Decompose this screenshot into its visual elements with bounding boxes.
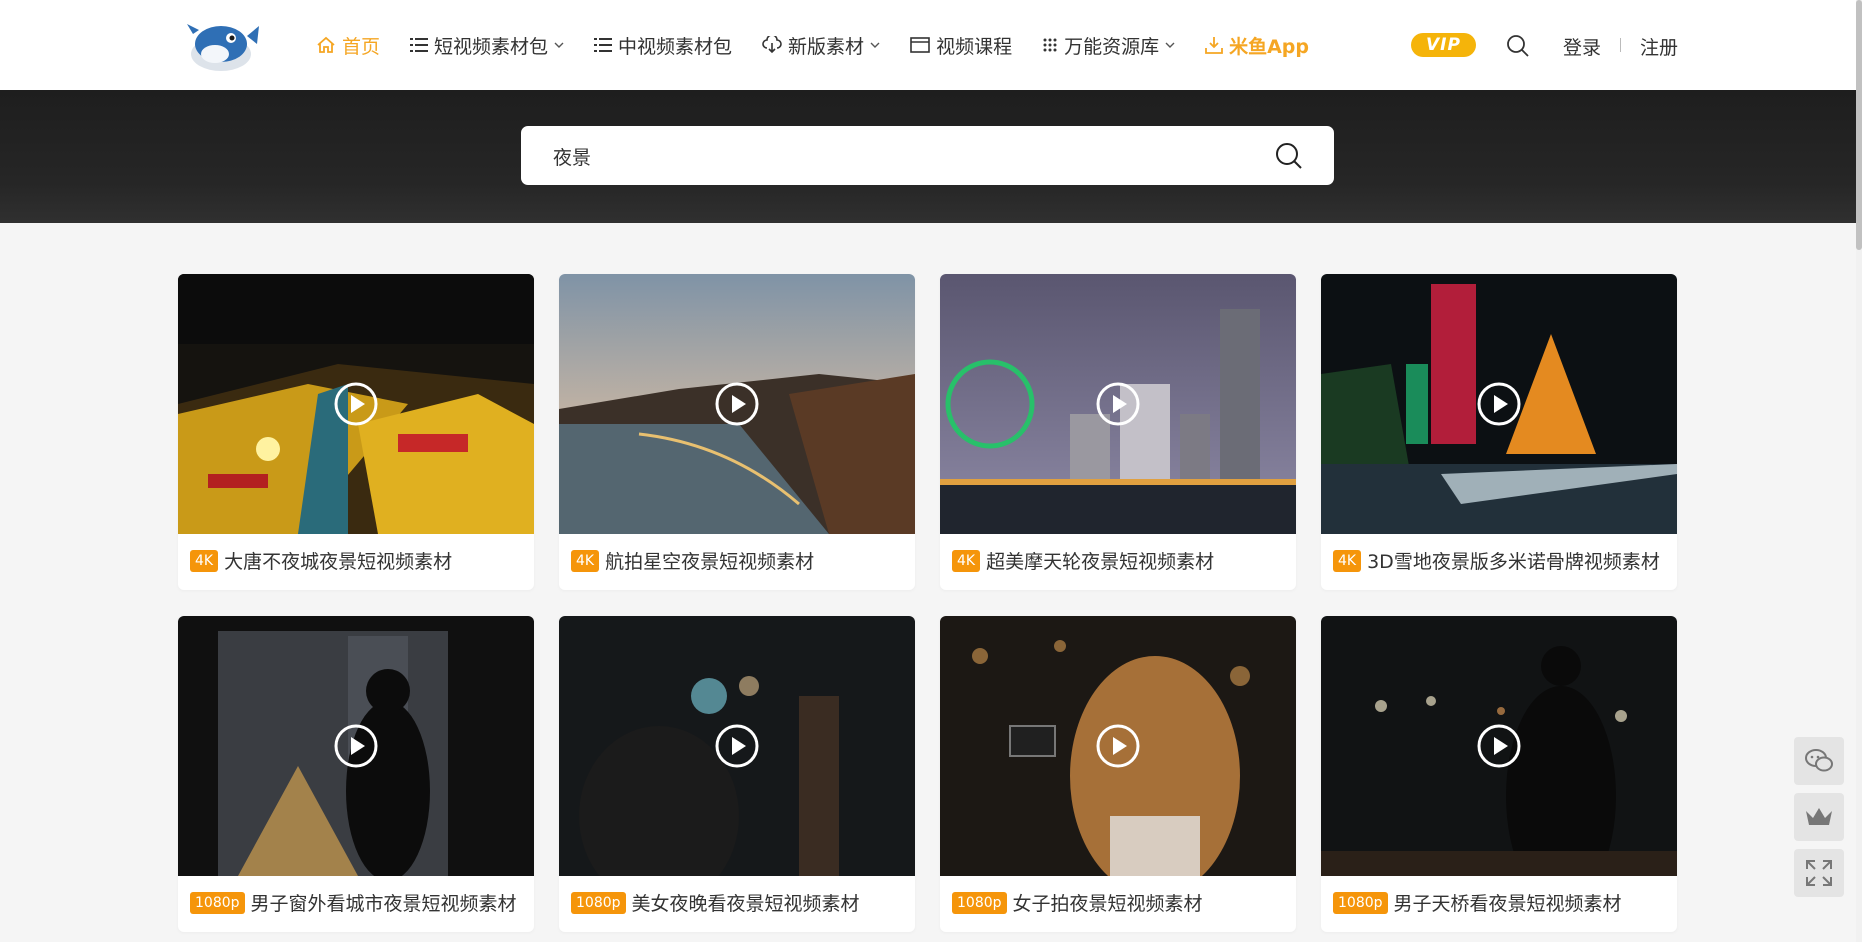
chevron-down-icon [870,42,880,48]
resolution-badge: 4K [190,549,219,572]
nav-label: 米鱼App [1229,35,1309,58]
card-title-row: 1080p 美女夜晚看夜景短视频素材 [571,889,860,916]
nav-app-download[interactable]: 米鱼App [1205,32,1309,59]
search-icon[interactable] [1275,142,1303,170]
resolution-badge: 1080p [190,891,245,914]
card-title[interactable]: 男子窗外看城市夜景短视频素材 [251,889,517,916]
play-icon[interactable] [1096,724,1140,768]
video-card[interactable]: 4K 大唐不夜城夜景短视频素材 [178,274,534,590]
nav-short-video-pack[interactable]: 短视频素材包 [410,32,564,59]
resolution-badge: 4K [952,549,981,572]
play-icon[interactable] [334,724,378,768]
search-box [521,126,1334,187]
nav-label: 万能资源库 [1064,35,1160,58]
resolution-badge: 4K [1333,549,1362,572]
resolution-badge: 1080p [952,891,1007,914]
main-nav: 首页 短视频素材包 中视频素材包 新版素材 视频课程 万能资源库 米鱼App [316,0,1339,90]
play-icon[interactable] [1477,382,1521,426]
video-card[interactable]: 4K 3D雪地夜景版多米诺骨牌视频素材 [1321,274,1677,590]
card-title-row: 1080p 男子窗外看城市夜景短视频素材 [190,889,517,916]
nav-new-materials[interactable]: 新版素材 [762,32,880,59]
fullscreen-icon [1806,860,1832,886]
card-title-row: 4K 航拍星空夜景短视频素材 [571,547,814,574]
video-card[interactable]: 4K 超美摩天轮夜景短视频素材 [940,274,1296,590]
nav-label: 中视频素材包 [618,35,733,58]
vip-badge[interactable]: VIP [1411,33,1476,57]
nav-label: 首页 [342,35,381,58]
video-card[interactable]: 1080p 美女夜晚看夜景短视频素材 [559,616,915,932]
play-icon[interactable] [715,724,759,768]
resolution-badge: 4K [571,549,600,572]
nav-home[interactable]: 首页 [316,32,380,59]
vip-crown-button[interactable] [1794,793,1844,841]
fish-logo[interactable] [185,14,261,74]
card-title-row: 4K 超美摩天轮夜景短视频素材 [952,547,1214,574]
play-icon[interactable] [1096,382,1140,426]
card-title[interactable]: 大唐不夜城夜景短视频素材 [224,547,452,574]
site-header: 首页 短视频素材包 中视频素材包 新版素材 视频课程 万能资源库 米鱼App V… [0,0,1862,90]
search-icon[interactable] [1506,34,1530,58]
nav-video-courses[interactable]: 视频课程 [910,32,1012,59]
divider [1620,38,1621,52]
nav-mid-video-pack[interactable]: 中视频素材包 [594,32,732,59]
nav-label: 新版素材 [788,35,865,58]
nav-label: 短视频素材包 [434,35,549,58]
card-title[interactable]: 女子拍夜景短视频素材 [1013,889,1203,916]
grid-icon [1043,38,1057,52]
play-icon[interactable] [1477,724,1521,768]
card-title[interactable]: 航拍星空夜景短视频素材 [605,547,814,574]
login-link[interactable]: 登录 [1563,33,1601,60]
card-title-row: 1080p 男子天桥看夜景短视频素材 [1333,889,1622,916]
card-title[interactable]: 超美摩天轮夜景短视频素材 [986,547,1214,574]
wechat-button[interactable] [1794,737,1844,785]
video-card[interactable]: 1080p 女子拍夜景短视频素材 [940,616,1296,932]
fullscreen-button[interactable] [1794,849,1844,897]
cloud-download-icon [762,36,782,54]
list-icon [594,38,613,52]
video-card[interactable]: 1080p 男子天桥看夜景短视频素材 [1321,616,1677,932]
resolution-badge: 1080p [1333,891,1388,914]
nav-resource-library[interactable]: 万能资源库 [1042,32,1175,59]
card-title[interactable]: 美女夜晚看夜景短视频素材 [632,889,860,916]
play-icon[interactable] [334,382,378,426]
card-title-row: 4K 3D雪地夜景版多米诺骨牌视频素材 [1333,547,1660,574]
video-card[interactable]: 4K 航拍星空夜景短视频素材 [559,274,915,590]
card-title-row: 4K 大唐不夜城夜景短视频素材 [190,547,452,574]
home-icon [317,36,335,53]
list-icon [410,38,429,52]
chevron-down-icon [1165,42,1175,48]
card-title-row: 1080p 女子拍夜景短视频素材 [952,889,1203,916]
scrollbar-thumb[interactable] [1856,0,1862,250]
chevron-down-icon [554,42,564,48]
crown-icon [1806,808,1832,825]
card-title[interactable]: 男子天桥看夜景短视频素材 [1394,889,1622,916]
nav-label: 视频课程 [936,35,1013,58]
card-title[interactable]: 3D雪地夜景版多米诺骨牌视频素材 [1367,547,1660,574]
video-card[interactable]: 1080p 男子窗外看城市夜景短视频素材 [178,616,534,932]
wechat-icon [1805,749,1833,772]
register-link[interactable]: 注册 [1640,33,1678,60]
play-icon[interactable] [715,382,759,426]
search-input[interactable] [551,126,1255,187]
window-icon [910,37,930,53]
download-icon [1205,37,1223,54]
resolution-badge: 1080p [571,891,626,914]
